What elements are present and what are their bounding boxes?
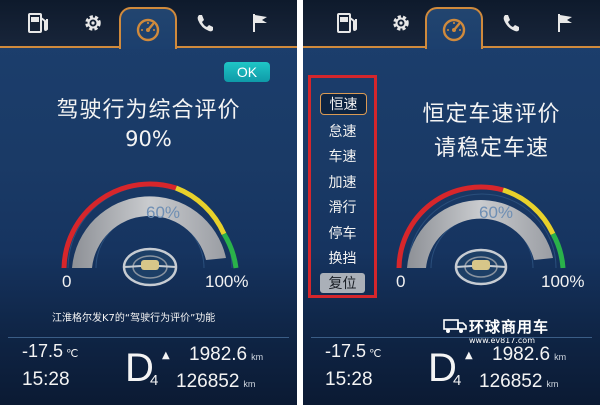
overall-score: 90%	[125, 127, 172, 151]
temperature-unit: ℃	[369, 348, 382, 360]
clock: 15:28	[325, 369, 373, 390]
shift-up-arrow-icon: ▲	[465, 350, 473, 361]
speedometer-icon	[136, 18, 160, 42]
fuel-pump-icon	[28, 13, 48, 33]
page-title: 驾驶行为综合评价	[56, 98, 241, 123]
gauge-value-label: 60%	[146, 203, 181, 222]
tab-flag[interactable]	[537, 0, 593, 46]
speedometer-icon	[442, 18, 466, 42]
driving-evaluation-screen: OK 驾驶行为综合评价 90% 60% 0 100% 江淮格尔发K7的“驾驶行为…	[0, 0, 297, 405]
gauge-max-label: 100%	[541, 272, 585, 291]
watermark-name: 环球商用车	[469, 318, 550, 336]
trip-distance: 1982.6 km	[492, 344, 566, 366]
temperature-value: -17.5	[325, 341, 367, 361]
tab-settings[interactable]	[65, 0, 121, 46]
odometer-unit: km	[546, 379, 559, 389]
tab-flag[interactable]	[232, 0, 288, 46]
temperature-unit: ℃	[66, 348, 79, 360]
menu-item-constant-speed[interactable]: 恒速	[320, 93, 367, 115]
constant-speed-evaluation-screen: 恒定车速评价 请稳定车速 恒速 怠速 车速 加速 滑行 停车 换挡 复位 60%…	[303, 0, 600, 405]
status-divider	[311, 337, 592, 338]
truck-logo-icon	[443, 319, 467, 333]
phone-icon	[503, 15, 519, 32]
trip-value: 1982.6	[492, 344, 551, 365]
gauge-band-green	[221, 232, 239, 269]
gauge-min-label: 0	[62, 272, 72, 291]
status-divider	[8, 337, 289, 338]
flag-icon	[253, 14, 267, 32]
tab-phone[interactable]	[483, 0, 539, 46]
gear-number: 4	[453, 372, 462, 389]
flag-icon	[558, 14, 572, 32]
steering-wheel-icon	[122, 247, 178, 287]
gear-number: 4	[150, 372, 159, 389]
tab-fuel[interactable]	[319, 0, 375, 46]
trip-unit: km	[251, 352, 264, 362]
clock: 15:28	[22, 369, 70, 390]
tab-driving-evaluation[interactable]	[425, 7, 483, 49]
tab-phone[interactable]	[177, 0, 233, 46]
image-caption: 江淮格尔发K7的“驾驶行为评价”功能	[52, 313, 216, 324]
tab-bar	[303, 0, 600, 49]
odometer: 126852 km	[176, 371, 255, 393]
gauge-value-label: 60%	[479, 203, 514, 222]
tab-settings[interactable]	[373, 0, 429, 46]
outside-temperature: -17.5 ℃	[325, 341, 381, 362]
odometer-value: 126852	[479, 371, 543, 392]
tab-driving-evaluation[interactable]	[119, 7, 177, 49]
phone-icon	[197, 15, 213, 32]
gauge-min-label: 0	[396, 272, 406, 291]
trip-unit: km	[554, 352, 567, 362]
ok-button[interactable]: OK	[224, 62, 270, 82]
tab-bar	[0, 0, 297, 49]
trip-distance: 1982.6 km	[189, 344, 263, 366]
odometer-unit: km	[243, 379, 256, 389]
menu-item-idle[interactable]: 怠速	[311, 121, 374, 141]
odometer-value: 126852	[176, 371, 240, 392]
gauge-max-label: 100%	[205, 272, 249, 291]
page-title: 恒定车速评价	[422, 102, 561, 127]
gear-icon	[85, 15, 101, 31]
odometer: 126852 km	[479, 371, 558, 393]
steering-wheel-icon	[454, 248, 508, 286]
trip-value: 1982.6	[189, 344, 248, 365]
temperature-value: -17.5	[22, 341, 64, 361]
outside-temperature: -17.5 ℃	[22, 341, 78, 362]
score-gauge	[61, 181, 239, 287]
tab-fuel[interactable]	[10, 0, 66, 46]
fuel-pump-icon	[337, 13, 357, 33]
shift-up-arrow-icon: ▲	[162, 350, 170, 361]
gear-icon	[393, 15, 409, 31]
